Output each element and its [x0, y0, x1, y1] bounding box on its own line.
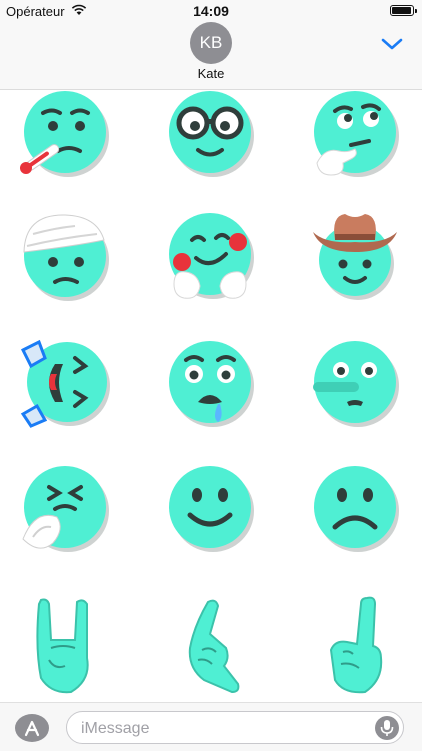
app-store-button[interactable] — [15, 714, 49, 742]
message-input-bar — [0, 702, 422, 751]
message-input[interactable] — [79, 718, 373, 740]
chevron-down-icon[interactable] — [378, 32, 406, 56]
microphone-button[interactable] — [375, 716, 399, 740]
sticker-nerd-face[interactable] — [150, 71, 270, 191]
message-field[interactable] — [66, 711, 404, 744]
sticker-thinking-face[interactable] — [295, 71, 415, 191]
cowboy-face-icon — [313, 214, 397, 300]
smiling-face-icon — [169, 466, 254, 552]
sick-thermometer-face-icon — [20, 91, 109, 177]
sticker-grid — [0, 90, 422, 702]
sneezing-face-icon — [22, 466, 109, 552]
frowning-face-icon — [314, 466, 399, 552]
battery-icon — [390, 5, 417, 16]
rolling-laughing-face-icon — [20, 339, 110, 428]
pointing-up-hand-icon — [329, 596, 383, 694]
sticker-drooling-face[interactable] — [150, 322, 270, 442]
sticker-frowning-face[interactable] — [295, 447, 415, 567]
bandaged-head-face-icon — [23, 214, 109, 301]
nerd-glasses-face-icon — [169, 91, 254, 177]
sticker-hugging-face[interactable] — [150, 194, 270, 314]
sticker-sneezing-face[interactable] — [5, 447, 125, 567]
sticker-lying-face[interactable] — [295, 322, 415, 442]
sticker-cowboy-face[interactable] — [295, 194, 415, 314]
app-store-icon — [24, 720, 40, 737]
status-bar: Opérateur 14:09 — [0, 0, 422, 22]
thinking-face-icon — [314, 91, 399, 177]
sticker-rofl-face[interactable] — [5, 322, 125, 442]
sticker-call-me-hand[interactable] — [150, 588, 270, 708]
lying-face-icon — [313, 341, 399, 427]
sticker-bandaged-face[interactable] — [5, 194, 125, 314]
call-me-hand-icon — [188, 599, 240, 694]
microphone-icon — [380, 720, 394, 736]
clock: 14:09 — [193, 3, 229, 19]
sticker-rock-on-hand[interactable] — [5, 588, 125, 708]
sticker-smiling-face[interactable] — [150, 447, 270, 567]
rock-on-hand-icon — [36, 598, 89, 694]
drooling-face-icon — [169, 341, 254, 427]
hugging-face-icon — [169, 213, 254, 299]
sticker-sick-face[interactable] — [5, 71, 125, 191]
sticker-pointing-up-hand[interactable] — [295, 588, 415, 708]
contact-avatar[interactable]: KB — [190, 22, 232, 64]
